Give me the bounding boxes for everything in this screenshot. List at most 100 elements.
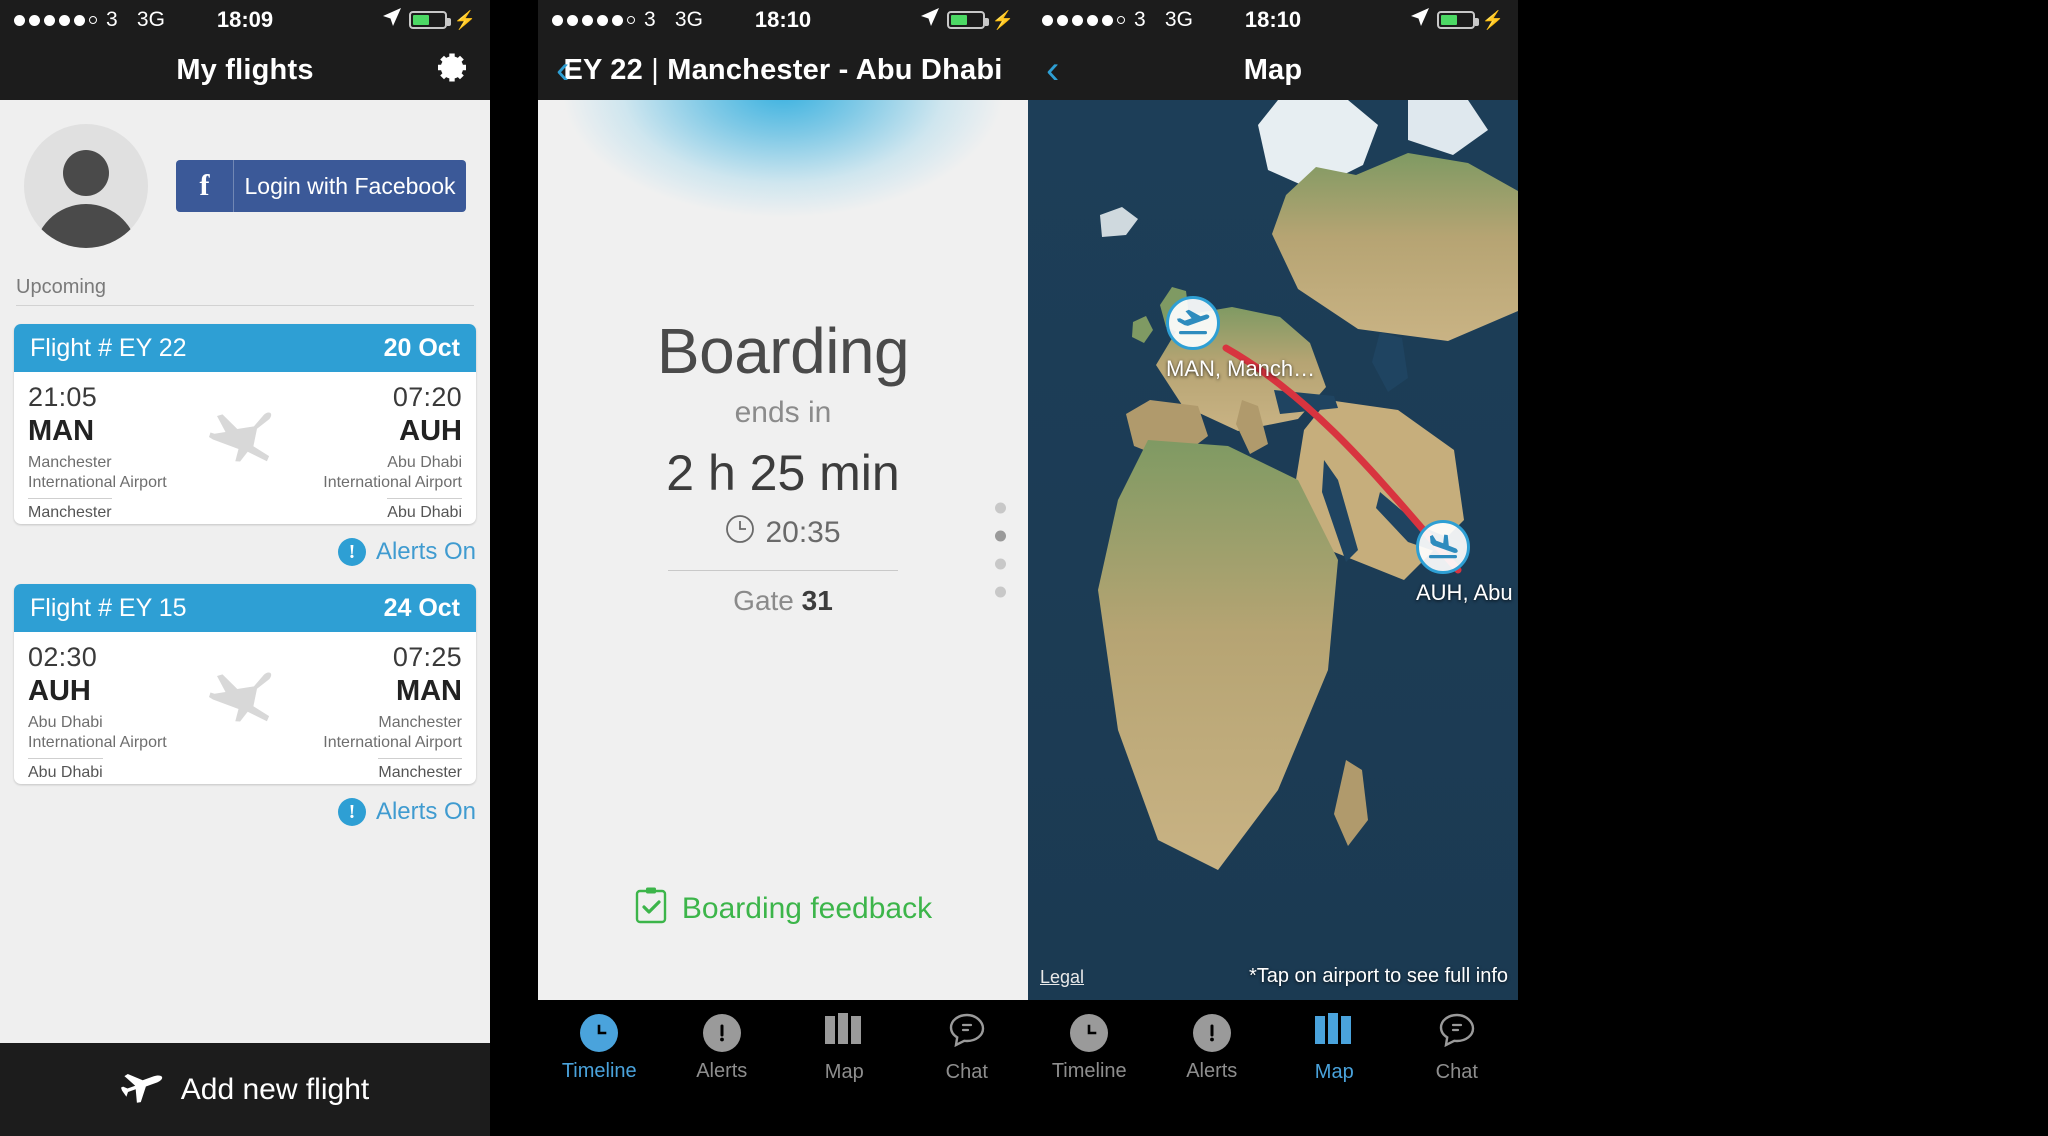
arrival-leg: 07:25 MAN Manchester International Airpo… [280,642,462,784]
tab-timeline[interactable]: Timeline [1028,1000,1151,1096]
departure-leg: 02:30 AUH Abu Dhabi International Airpor… [28,642,210,784]
chevron-left-icon[interactable]: ‹ [556,50,569,90]
arrival-airport: Abu Dhabi International Airport [323,454,462,491]
status-bar: 3 3G 18:10 ⚡ [1028,0,1518,40]
gate-label: Gate [733,585,794,616]
map-marker-label: MAN, Manch… [1166,356,1316,381]
page-title: My flights [176,53,314,86]
page-dot-active[interactable] [995,530,1006,542]
tab-chat[interactable]: Chat [906,1000,1029,1096]
flight-number-label: Flight # EY 22 [30,333,187,362]
exclamation-icon [702,1013,741,1052]
alerts-status-row[interactable]: ! Alerts On [0,784,490,826]
screenshot-root: 3 3G 18:09 ⚡ My flights f Login with Fac… [0,0,2048,1136]
boarding-feedback-button[interactable]: Boarding feedback [538,886,1028,932]
arrival-leg: 07:20 AUH Abu Dhabi International Airpor… [280,382,462,524]
arrival-city: Manchester [378,758,462,782]
page-title: Map [1243,53,1303,86]
map-marker-arrival[interactable]: AUH, Abu Dh… [1416,520,1518,606]
tab-label: Map [1314,1060,1354,1083]
boarding-clock-time: 20:35 [765,516,841,549]
map-marker-departure[interactable]: MAN, Manch… [1166,296,1315,382]
arrival-city: Abu Dhabi [387,498,462,522]
chat-icon [948,1013,986,1053]
navigation-bar: ‹ EY 22 | Manchester - Abu Dhabi [538,40,1028,100]
flight-date: 20 Oct [383,333,460,362]
legal-link[interactable]: Legal [1040,967,1084,988]
flight-card[interactable]: Flight # EY 15 24 Oct 02:30 AUH Abu Dhab… [14,584,476,784]
boarding-feedback-label: Boarding feedback [681,892,933,925]
alert-exclamation-icon: ! [337,538,366,566]
tab-label: Map [824,1060,864,1083]
airplane-icon [120,1070,163,1109]
alert-exclamation-icon: ! [337,798,366,826]
flight-number: EY 22 [563,53,643,86]
departure-airport: Manchester International Airport [28,454,167,491]
departure-city: Manchester [28,498,112,522]
boarding-divider [668,570,898,571]
navigation-bar: ‹ Map [1028,40,1518,100]
add-new-flight-button[interactable]: Add new flight [0,1043,490,1136]
flight-card[interactable]: Flight # EY 22 20 Oct 21:05 MAN Manchest… [14,324,476,524]
alerts-status-label: Alerts On [375,538,476,565]
tab-chat[interactable]: Chat [1396,1000,1519,1096]
departure-airport: Abu Dhabi International Airport [28,714,167,751]
page-dot[interactable] [995,558,1006,570]
clock-icon [725,514,755,552]
map-icon [824,1012,864,1053]
alerts-status-label: Alerts On [375,798,476,825]
facebook-login-button[interactable]: f Login with Facebook [176,160,466,212]
gate-number: 31 [801,585,833,616]
facebook-f-icon: f [176,160,234,212]
tab-label: Alerts [1186,1059,1238,1082]
status-bar-right: ⚡ [382,7,476,33]
gear-icon[interactable] [432,49,470,92]
tab-timeline[interactable]: Timeline [538,1000,661,1096]
navigation-bar: My flights [0,40,490,100]
page-dot[interactable] [995,502,1006,514]
tab-label: Timeline [1051,1059,1127,1082]
clipboard-check-icon [634,886,668,932]
arrival-airport: Manchester International Airport [323,714,462,751]
location-arrow-icon [1410,7,1430,33]
phone-screen-map: 3 3G 18:10 ⚡ ‹ Map MAN, Manch… AUH, Abu … [1028,0,1518,1136]
location-arrow-icon [382,7,402,33]
charging-bolt-icon: ⚡ [453,9,476,30]
flight-card-header: Flight # EY 22 20 Oct [14,324,476,372]
tab-map[interactable]: Map [1273,1000,1396,1096]
flight-number-label: Flight # EY 15 [30,593,187,622]
tab-alerts[interactable]: Alerts [1151,1000,1274,1096]
charging-bolt-icon: ⚡ [1481,9,1504,30]
departure-time: 02:30 [28,642,98,672]
tab-label: Alerts [696,1059,748,1082]
map-body[interactable]: MAN, Manch… AUH, Abu Dh… Legal *Tap on a… [1028,100,1518,1000]
gate-row: Gate 31 [733,585,833,617]
add-new-flight-label: Add new flight [180,1072,370,1106]
my-flights-body: f Login with Facebook Upcoming Flight # … [0,100,490,1043]
airplane-icon [207,666,283,731]
landing-icon [1416,520,1470,574]
section-label-upcoming: Upcoming [16,276,107,298]
arrival-time: 07:20 [392,382,462,412]
avatar-placeholder-icon [24,124,148,248]
page-indicator[interactable] [995,502,1006,598]
departure-code: AUH [28,675,91,707]
alerts-status-row[interactable]: ! Alerts On [0,524,490,566]
timeline-body: Boarding ends in 2 h 25 min 20:35 Gate 3… [538,100,1028,1000]
chevron-left-icon[interactable]: ‹ [1046,50,1059,90]
flight-card-body: 21:05 MAN Manchester International Airpo… [14,372,476,524]
tab-bar: Timeline Alerts Map Chat [538,1000,1028,1096]
location-arrow-icon [920,7,940,33]
map-icon [1314,1012,1354,1053]
tab-map[interactable]: Map [783,1000,906,1096]
departure-leg: 21:05 MAN Manchester International Airpo… [28,382,210,524]
boarding-clock-row: 20:35 [725,514,841,552]
tab-label: Chat [945,1060,988,1083]
facebook-login-label: Login with Facebook [244,172,456,199]
map-hint-text: *Tap on airport to see full info [1248,965,1508,987]
page-dot[interactable] [995,586,1006,598]
tab-alerts[interactable]: Alerts [661,1000,784,1096]
status-bar: 3 3G 18:09 ⚡ [0,0,490,40]
clock-icon [580,1013,619,1052]
battery-icon [1436,11,1479,29]
